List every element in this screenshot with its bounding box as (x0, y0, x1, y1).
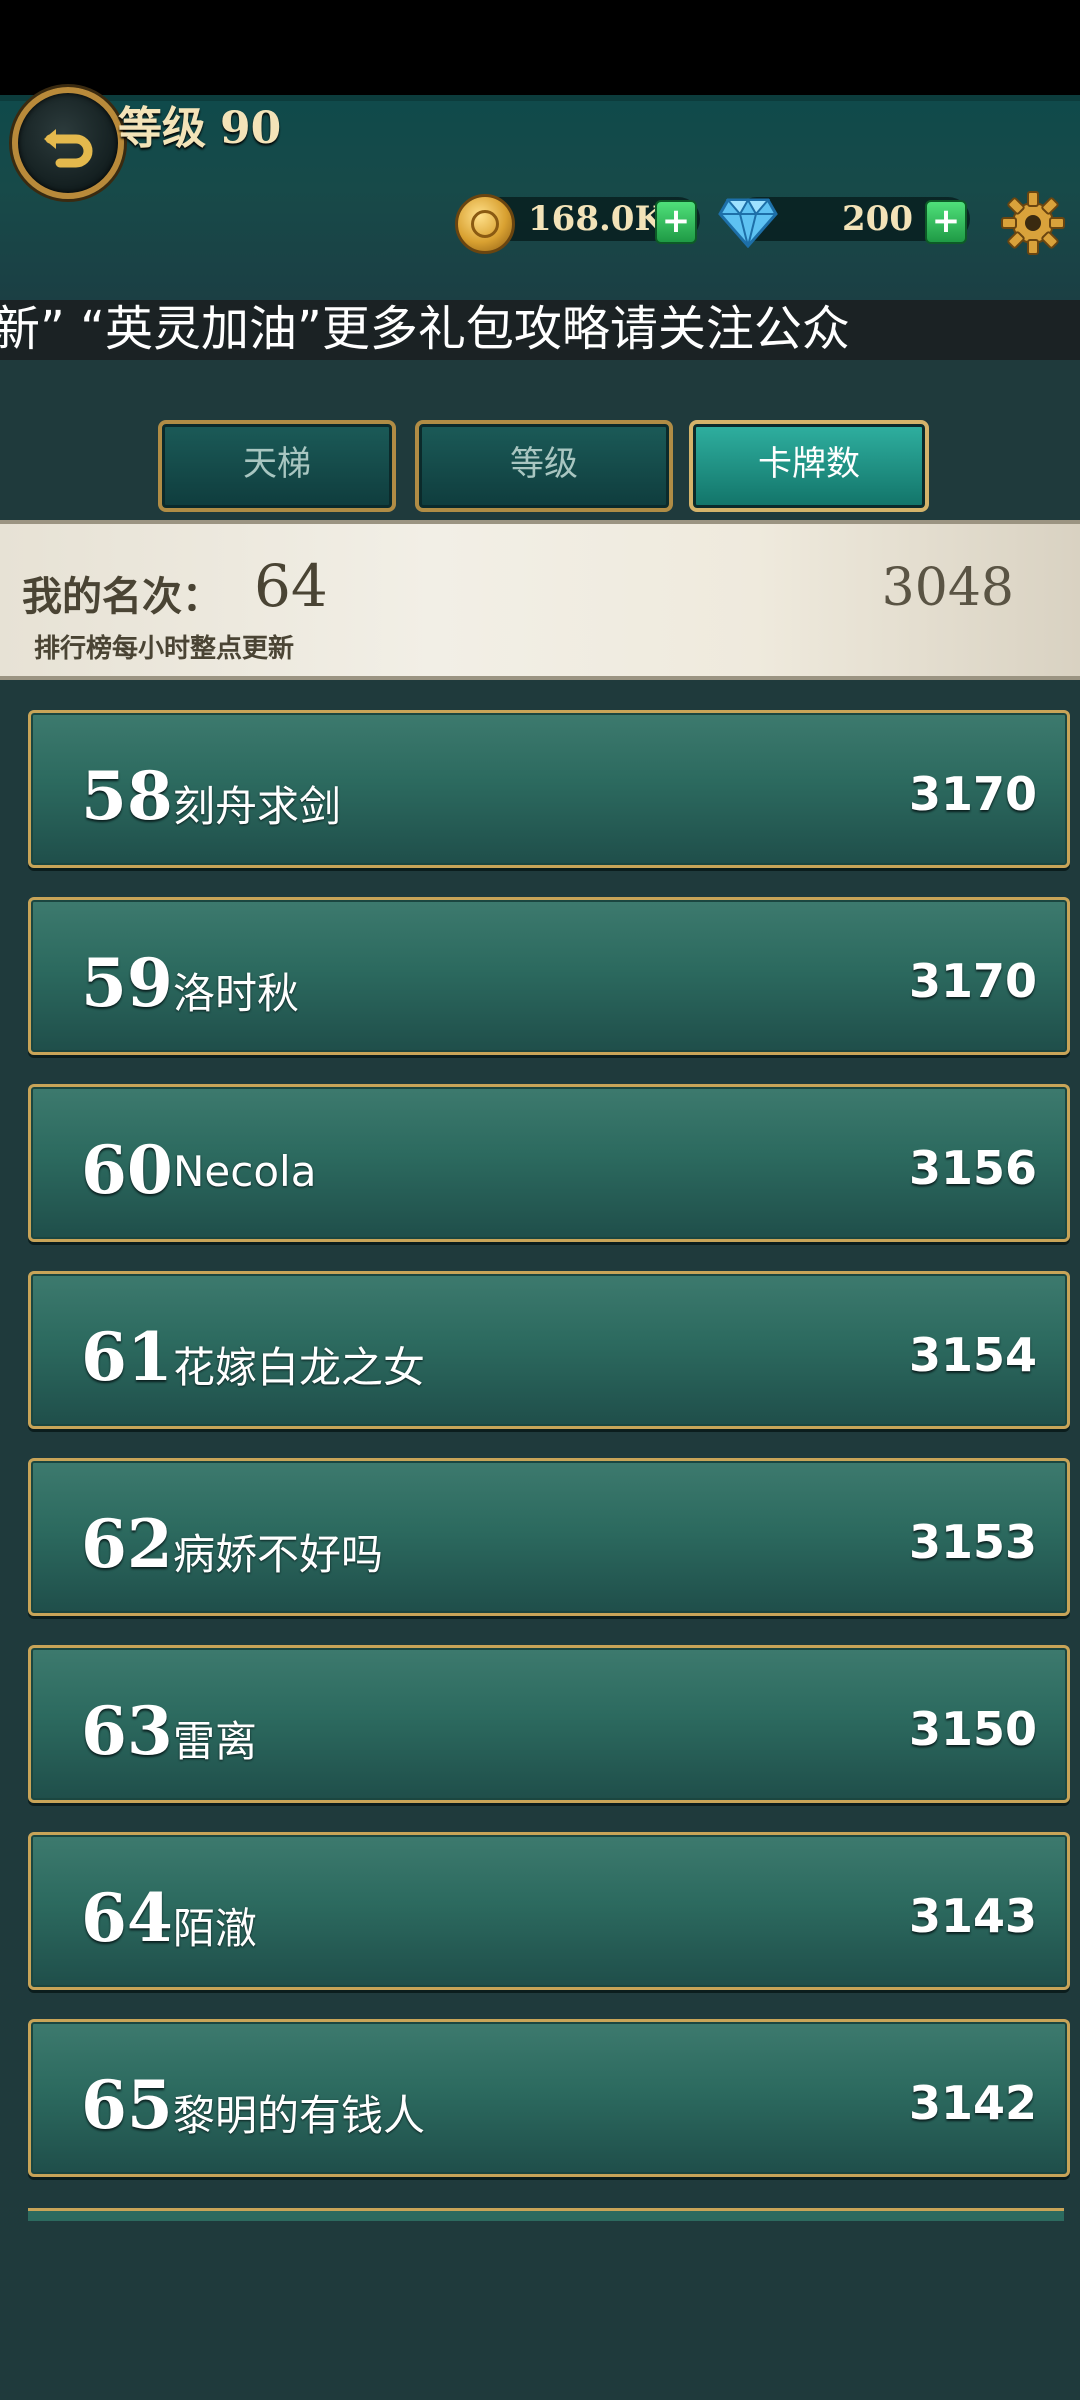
plus-icon: + (931, 201, 961, 241)
player-name: 洛时秋 (173, 969, 300, 1018)
card-count: 3154 (908, 1328, 1037, 1382)
rank-number: 62 (81, 1505, 173, 1583)
rank-row[interactable]: 65 黎明的有钱人 3142 (28, 2019, 1070, 2177)
card-count: 3143 (908, 1889, 1037, 1943)
rank-number: 65 (81, 2066, 173, 2144)
rank-row[interactable]: 58 刻舟求剑 3170 (28, 710, 1070, 868)
plus-icon: + (661, 201, 691, 241)
rank-row[interactable]: 59 洛时秋 3170 (28, 897, 1070, 1055)
update-note: 排行榜每小时整点更新 (34, 634, 295, 664)
player-level: 等级 90 (118, 99, 281, 159)
announcement-ticker: 新” “英灵加油”更多礼包攻略请关注公众 (0, 300, 1080, 360)
card-count: 3153 (908, 1515, 1037, 1569)
rank-row[interactable]: 61 花嫁白龙之女 3154 (28, 1271, 1070, 1429)
player-name: 雷离 (173, 1717, 258, 1766)
level-label: 等级 (118, 103, 206, 154)
gear-icon[interactable] (1000, 190, 1066, 256)
tab-ladder[interactable]: 天梯 (158, 420, 396, 512)
player-name: 病娇不好吗 (173, 1530, 384, 1579)
rank-row[interactable]: 60 Necola 3156 (28, 1084, 1070, 1242)
coin-icon (455, 194, 515, 254)
player-name: 黎明的有钱人 (173, 2091, 426, 2140)
tab-level[interactable]: 等级 (415, 420, 673, 512)
card-count: 3170 (908, 954, 1037, 1008)
card-count: 3142 (908, 2076, 1037, 2130)
back-arrow-icon (44, 129, 93, 168)
rank-row[interactable]: 62 病娇不好吗 3153 (28, 1458, 1070, 1616)
next-row-edge (28, 2208, 1064, 2221)
my-score: 3048 (881, 558, 1014, 618)
gem-amount: 200 (842, 199, 913, 239)
back-button[interactable] (12, 87, 124, 199)
add-gold-button[interactable]: + (655, 200, 697, 244)
card-count: 3170 (908, 767, 1037, 821)
rank-number: 61 (81, 1318, 173, 1396)
my-rank-value: 64 (254, 552, 328, 620)
card-count: 3156 (908, 1141, 1037, 1195)
gem-icon (718, 197, 778, 248)
player-name: Necola (173, 1147, 317, 1196)
status-bar (0, 0, 1080, 95)
rank-number: 60 (81, 1131, 173, 1209)
gold-amount: 168.0K (528, 199, 665, 239)
my-rank-label: 我的名次： (22, 573, 222, 620)
rank-row[interactable]: 63 雷离 3150 (28, 1645, 1070, 1803)
level-value: 90 (220, 103, 282, 154)
my-rank-banner: 我的名次： 64 排行榜每小时整点更新 3048 (0, 520, 1080, 680)
tab-card-count[interactable]: 卡牌数 (689, 420, 929, 512)
card-count: 3150 (908, 1702, 1037, 1756)
add-gem-button[interactable]: + (925, 200, 967, 244)
player-name: 刻舟求剑 (173, 782, 342, 831)
rank-number: 63 (81, 1692, 173, 1770)
rank-number: 58 (81, 757, 173, 835)
ranking-tabs: 天梯 等级 卡牌数 (0, 420, 1080, 512)
player-name: 花嫁白龙之女 (173, 1343, 426, 1392)
rank-number: 64 (81, 1879, 173, 1957)
player-name: 陌澈 (173, 1904, 258, 1953)
rank-row[interactable]: 64 陌澈 3143 (28, 1832, 1070, 1990)
ticker-text: 新” “英灵加油”更多礼包攻略请关注公众 (0, 301, 850, 357)
rank-number: 59 (81, 944, 173, 1022)
